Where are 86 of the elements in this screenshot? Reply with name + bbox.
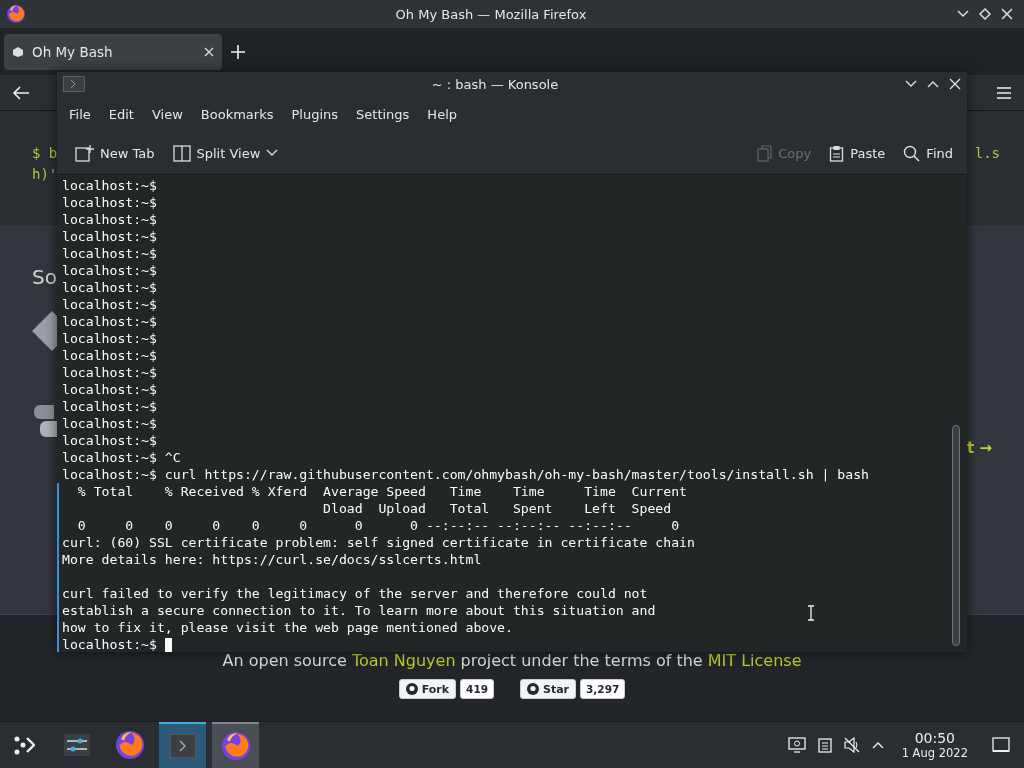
footer-link[interactable]: MIT License (707, 651, 802, 670)
chevron-down-icon (266, 149, 279, 157)
terminal-line: localhost:~$ (62, 347, 157, 364)
code-text: h)' (32, 165, 58, 184)
menu-item[interactable]: Help (419, 102, 465, 126)
show-desktop-icon[interactable] (992, 737, 1010, 754)
footer-text: An open source Toan Nguyen project under the terms of the MIT License (222, 651, 802, 670)
menu-item[interactable]: Settings (348, 102, 418, 126)
terminal-line: localhost:~$ (62, 364, 157, 381)
terminal-line: localhost:~$ (62, 245, 157, 262)
close-icon[interactable] (949, 78, 961, 90)
new-tab-icon (75, 144, 94, 162)
terminal-line: curl: (60) SSL certificate problem: self signed certificate in certificate chain (62, 534, 695, 551)
close-icon[interactable] (1000, 7, 1014, 21)
maximize-icon[interactable] (978, 7, 992, 21)
split-view-icon (172, 144, 191, 162)
terminal-line: localhost:~$ (62, 228, 157, 245)
speaker-muted-icon[interactable] (843, 737, 860, 754)
browser-logo-icon (220, 731, 251, 762)
footer-link[interactable]: Toan Nguyen (351, 651, 456, 670)
window-title: ~ : bash — Konsole (430, 76, 560, 92)
menu-icon[interactable] (996, 85, 1012, 100)
minimize-icon[interactable] (905, 80, 917, 88)
clipboard-icon[interactable] (817, 737, 832, 754)
clock-date[interactable]: 1 Aug 2022 (901, 746, 968, 761)
menu-item[interactable]: File (61, 102, 99, 126)
browser-tab[interactable]: Oh My Bash (4, 33, 222, 70)
terminal-line: localhost:~$ (62, 194, 157, 211)
display-icon[interactable] (787, 737, 806, 754)
code-text: $ b (32, 144, 58, 163)
find-button[interactable]: Find (897, 140, 959, 166)
terminal-icon (169, 734, 196, 759)
github-button[interactable]: Star (520, 679, 577, 699)
browser-logo-icon (114, 730, 145, 761)
terminal-line: localhost:~$ (62, 330, 157, 347)
terminal-line: localhost:~$ (62, 177, 157, 194)
new-tab-button[interactable]: New Tab (69, 140, 161, 166)
copy-icon (757, 144, 773, 162)
clipboard-icon (829, 144, 845, 162)
terminal-line: localhost:~$ curl https://raw.githubusercontent.com/ohmybash/oh-my-bash/master/tools/install.sh | bash (62, 466, 869, 483)
terminal-line: localhost:~$ (62, 432, 157, 449)
terminal-line: localhost:~$ (62, 398, 157, 415)
new-tab-icon[interactable] (230, 43, 246, 60)
terminal-line: localhost:~$ (62, 262, 157, 279)
terminal-line: establish a secure connection to it. To learn more about this situation and (62, 602, 656, 619)
window-title: Oh My Bash — Mozilla Firefox (394, 6, 588, 22)
terminal-line: localhost:~$ (62, 415, 157, 432)
terminal-line: localhost:~$ (62, 211, 157, 228)
terminal-line: how to fix it, please visit the web page mentioned above. (62, 619, 513, 636)
browser-logo-icon (6, 4, 26, 24)
code-text: l.s (974, 144, 1000, 163)
section-heading: So (32, 265, 57, 289)
sliders-icon (63, 734, 90, 757)
next-link[interactable]: t → (967, 439, 992, 457)
page-icon (12, 45, 24, 58)
count-badge: 3,297 (580, 679, 626, 699)
menu-item[interactable]: Edit (100, 102, 142, 126)
clock-time[interactable]: 00:50 (914, 730, 955, 747)
terminal-line: localhost:~$ (62, 636, 157, 652)
chevron-up-icon[interactable] (871, 741, 884, 750)
close-icon[interactable] (204, 46, 214, 57)
terminal-line: curl failed to verify the legitimacy of the server and therefore could not (62, 585, 648, 602)
terminal-line: localhost:~$ ^C (62, 449, 181, 466)
terminal-line: localhost:~$ (62, 313, 157, 330)
scrollbar-thumb[interactable] (952, 425, 960, 646)
terminal-line: localhost:~$ (62, 381, 157, 398)
menu-item[interactable]: View (143, 102, 191, 126)
maximize-icon[interactable] (927, 80, 939, 88)
search-icon (903, 144, 921, 162)
terminal-line: localhost:~$ (62, 279, 157, 296)
terminal-app-icon (63, 76, 85, 92)
terminal-line: More details here: https://curl.se/docs/sslcerts.html (62, 551, 482, 568)
split-view-button[interactable]: Split View (166, 140, 285, 166)
paste-button[interactable]: Paste (823, 140, 892, 166)
menu-item[interactable]: Bookmarks (192, 102, 282, 126)
back-arrow-icon[interactable] (12, 85, 30, 100)
minimize-icon[interactable] (956, 9, 970, 19)
terminal-line: localhost:~$ (62, 296, 157, 313)
terminal-line: 0 0 0 0 0 0 0 0 --:--:-- --:--:-- --:--:-- 0 (76, 517, 680, 534)
count-badge: 419 (460, 679, 494, 699)
terminal-line: Dload Upload Total Spent Left Speed (322, 500, 672, 517)
launcher-icon (12, 734, 35, 757)
github-button[interactable]: Fork (398, 679, 457, 699)
terminal-line: % Total % Received % Xferd Average Speed Time Time Time Current (76, 483, 687, 500)
menu-item[interactable]: Plugins (283, 102, 347, 126)
text-cursor-icon (807, 605, 815, 621)
